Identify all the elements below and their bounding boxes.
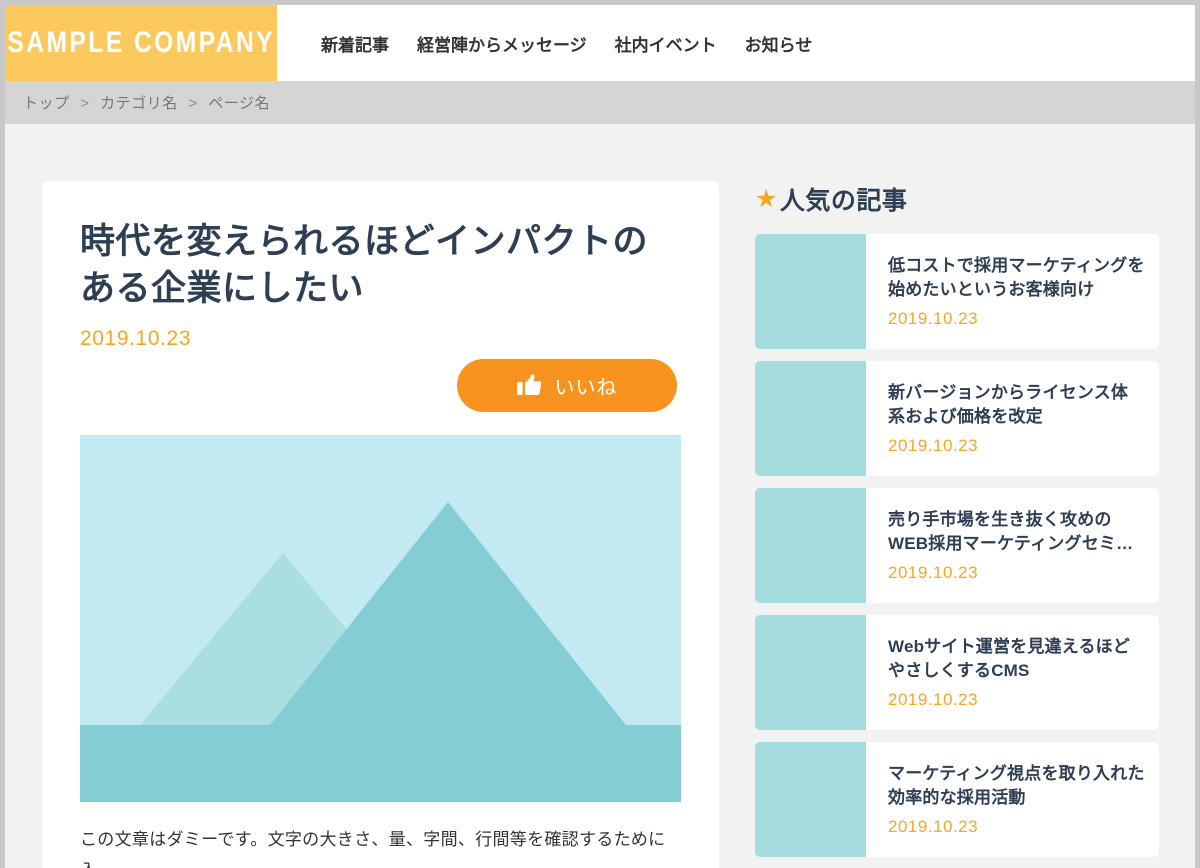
popular-articles-list: 低コストで採用マーケティングを始めたいというお客様向け 2019.10.23 新… <box>755 234 1159 857</box>
site-logo[interactable]: SAMPLE COMPANY <box>5 5 277 81</box>
nav-item-message[interactable]: 経営陣からメッセージ <box>417 31 587 56</box>
popular-article-title: 低コストで採用マーケティングを始めたいというお客様向け <box>888 256 1145 300</box>
popular-article-date: 2019.10.23 <box>888 690 979 710</box>
popular-article-card[interactable]: 売り手市場を生き抜く攻めのWEB採用マーケティングセミ… 2019.10.23 <box>755 488 1159 603</box>
logo-text: SAMPLE COMPANY <box>7 26 275 59</box>
popular-article-card[interactable]: 新バージョンからライセンス体系および価格を改定 2019.10.23 <box>755 361 1159 476</box>
content-area: 時代を変えられるほどインパクトのある企業にしたい 2019.10.23 いいね <box>5 124 1195 868</box>
article-body-text: この文章はダミーです。文字の大きさ、量、字間、行間等を確認するために入 <box>80 829 666 868</box>
breadcrumb-item-page: ページ名 <box>208 95 270 112</box>
breadcrumb-item-top[interactable]: トップ <box>23 95 70 112</box>
popular-article-date: 2019.10.23 <box>888 817 979 837</box>
like-button[interactable]: いいね <box>457 358 677 412</box>
sidebar: ★ 人気の記事 低コストで採用マーケティングを始めたいというお客様向け 2019… <box>755 181 1159 857</box>
mountain-illustration <box>80 434 681 802</box>
breadcrumb-separator: > <box>188 95 198 112</box>
popular-article-title: Webサイト運営を見違えるほどやさしくするCMS <box>888 637 1131 681</box>
article-card: 時代を変えられるほどインパクトのある企業にしたい 2019.10.23 いいね <box>42 181 719 868</box>
thumbs-up-icon <box>516 374 541 396</box>
page-frame: SAMPLE COMPANY 新着記事 経営陣からメッセージ 社内イベント お知… <box>5 5 1195 868</box>
like-button-label: いいね <box>554 376 618 399</box>
site-header: SAMPLE COMPANY 新着記事 経営陣からメッセージ 社内イベント お知… <box>5 5 1195 81</box>
article-thumbnail <box>755 488 866 603</box>
popular-article-title: 新バージョンからライセンス体系および価格を改定 <box>888 383 1129 427</box>
popular-article-date: 2019.10.23 <box>888 436 979 456</box>
article-thumbnail <box>755 742 866 857</box>
sidebar-heading-label: 人気の記事 <box>779 187 908 215</box>
article-thumbnail <box>755 234 866 349</box>
main-navigation: 新着記事 経営陣からメッセージ 社内イベント お知らせ <box>277 5 812 81</box>
like-row: いいね <box>80 358 681 412</box>
popular-article-date: 2019.10.23 <box>888 309 979 329</box>
popular-article-card[interactable]: Webサイト運営を見違えるほどやさしくするCMS 2019.10.23 <box>755 615 1159 730</box>
article-thumbnail <box>755 615 866 730</box>
sidebar-heading: ★ 人気の記事 <box>755 181 1159 217</box>
breadcrumb: トップ > カテゴリ名 > ページ名 <box>23 92 270 113</box>
nav-item-events[interactable]: 社内イベント <box>615 31 717 56</box>
breadcrumb-item-category[interactable]: カテゴリ名 <box>100 95 178 112</box>
article-date: 2019.10.23 <box>80 326 192 350</box>
popular-article-date: 2019.10.23 <box>888 563 979 583</box>
star-icon: ★ <box>755 184 778 213</box>
popular-article-card[interactable]: マーケティング視点を取り入れた効率的な採用活動 2019.10.23 <box>755 742 1159 857</box>
nav-item-notice[interactable]: お知らせ <box>745 31 813 56</box>
popular-article-card[interactable]: 低コストで採用マーケティングを始めたいというお客様向け 2019.10.23 <box>755 234 1159 349</box>
nav-item-news[interactable]: 新着記事 <box>321 31 389 56</box>
breadcrumb-bar: トップ > カテゴリ名 > ページ名 <box>5 81 1195 124</box>
article-title: 時代を変えられるほどインパクトのある企業にしたい <box>80 222 649 308</box>
popular-article-title: マーケティング視点を取り入れた効率的な採用活動 <box>888 764 1145 808</box>
article-thumbnail <box>755 361 866 476</box>
breadcrumb-separator: > <box>80 95 90 112</box>
popular-article-title: 売り手市場を生き抜く攻めのWEB採用マーケティングセミ… <box>888 510 1134 554</box>
